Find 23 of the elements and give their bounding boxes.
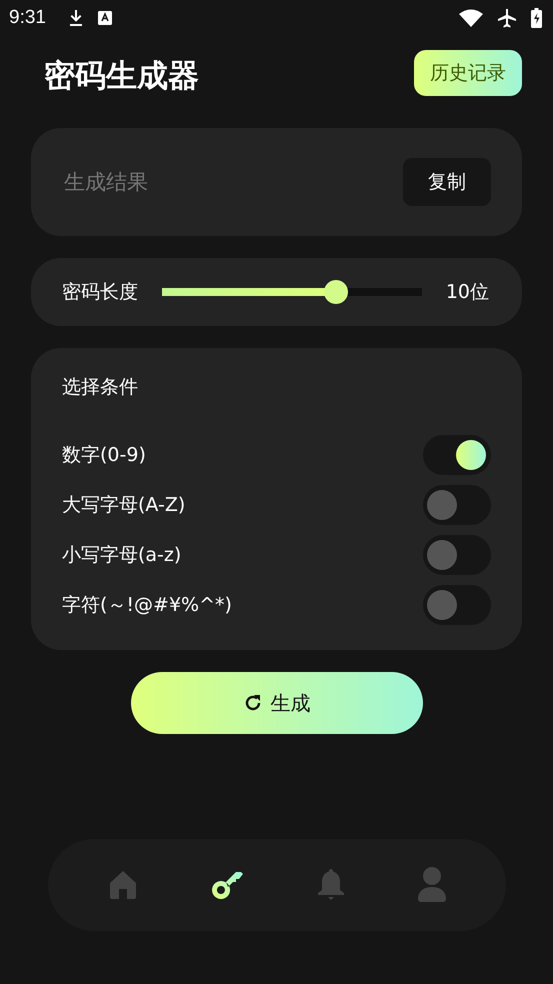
keyboard-icon <box>98 11 112 25</box>
airplane-icon <box>497 8 517 28</box>
toggle-switch[interactable] <box>423 485 491 525</box>
generate-button[interactable]: 生成 <box>130 672 422 734</box>
person-icon[interactable] <box>416 867 446 903</box>
length-value: 10位 <box>446 280 489 305</box>
option-label: 字符(～!@#¥%^*) <box>62 593 232 618</box>
status-time: 9:31 <box>9 7 46 29</box>
length-label: 密码长度 <box>62 280 138 305</box>
option-label: 大写字母(A-Z) <box>62 493 186 518</box>
toggle-switch[interactable] <box>423 435 491 475</box>
app-title: 密码生成器 <box>44 57 199 96</box>
history-button[interactable]: 历史记录 <box>414 50 522 96</box>
option-label: 小写字母(a-z) <box>62 543 182 568</box>
copy-button[interactable]: 复制 <box>403 158 491 206</box>
option-label: 数字(0-9) <box>62 443 146 468</box>
toggle-switch[interactable] <box>423 535 491 575</box>
download-icon <box>68 9 84 27</box>
toggle-switch[interactable] <box>423 585 491 625</box>
battery-icon <box>531 8 542 28</box>
result-field[interactable]: 生成结果 <box>62 169 403 195</box>
wifi-icon <box>459 9 483 27</box>
conditions-title: 选择条件 <box>62 375 139 400</box>
